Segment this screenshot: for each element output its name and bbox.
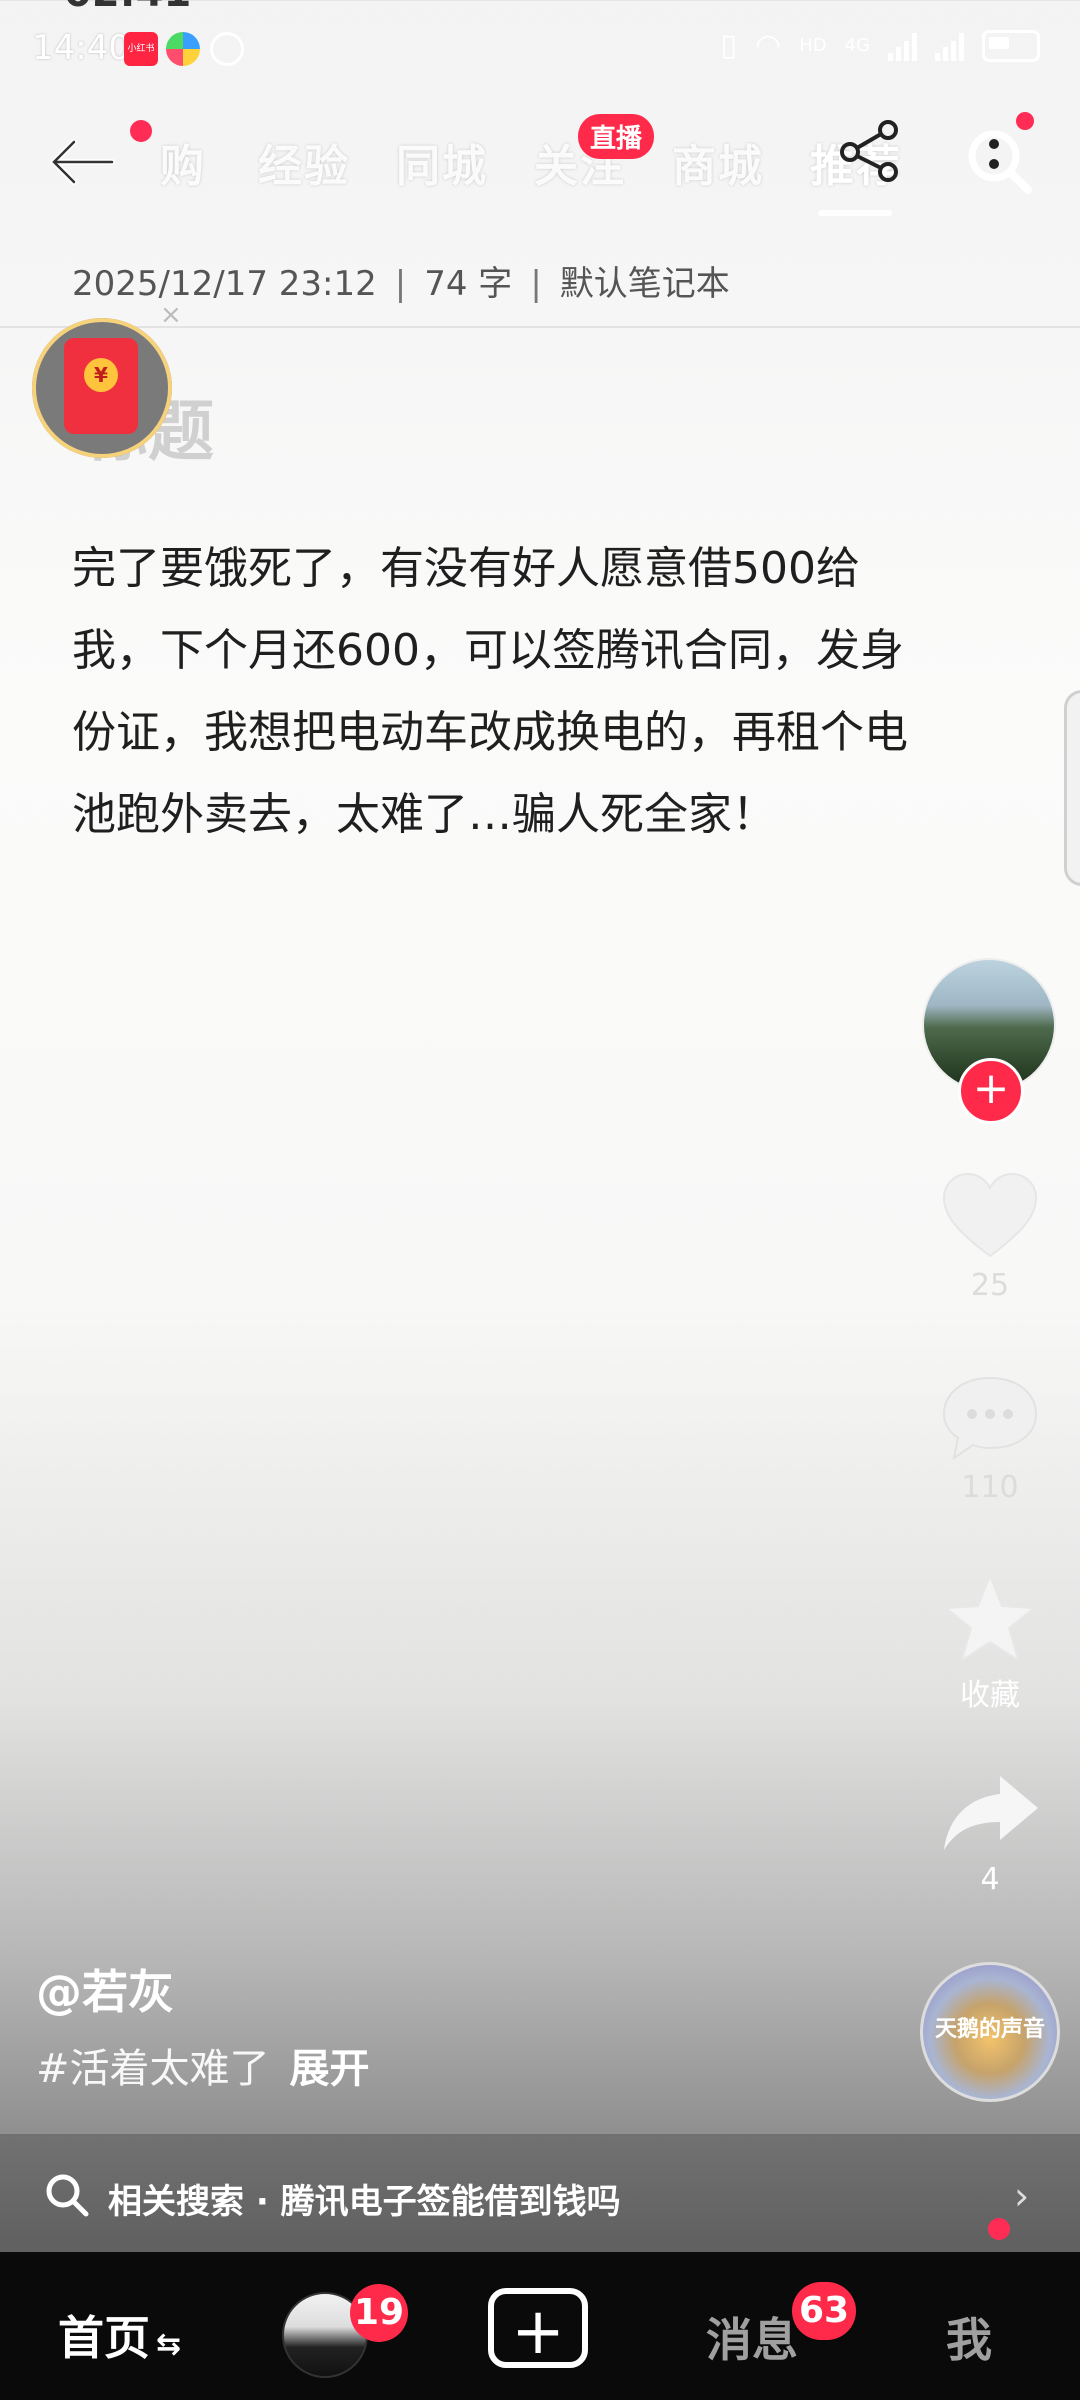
signal-icon	[888, 31, 917, 61]
wifi-icon: ◠	[755, 28, 782, 63]
tab-row: 购 经验 同城 关注 商城 推荐	[160, 130, 948, 194]
body-line: 完了要饿死了，有没有好人愿意借500给	[72, 543, 860, 594]
tab-experience[interactable]: 经验	[258, 130, 350, 194]
related-search-bar[interactable]: 相关搜索 · 腾讯电子签能借到钱吗 ›	[0, 2134, 1080, 2258]
status-time: 14:40	[32, 28, 130, 68]
status-bar: 02:41 14:40 小红书 ▯ ◠ HD 4G	[0, 0, 1080, 90]
tab-mall[interactable]: 商城	[672, 130, 764, 194]
star-icon	[945, 1575, 1035, 1661]
author-name[interactable]: @若灰	[36, 1956, 174, 2022]
nav-home[interactable]: 首页 ⇆	[58, 2302, 181, 2368]
vibrate-icon: ▯	[720, 28, 737, 63]
active-tab-indicator	[818, 210, 892, 216]
share-button[interactable]: 4	[928, 1768, 1052, 1897]
edge-handle[interactable]	[1064, 690, 1080, 886]
messages-badge: 63	[792, 2282, 856, 2340]
red-packet-widget[interactable]: ¥	[32, 318, 172, 458]
body-line: 份证，我想把电动车改成换电的，再租个电	[72, 707, 908, 758]
music-disc[interactable]: 天鹅的声音	[920, 1962, 1060, 2102]
note-date: 2025/12/17 23:12	[72, 264, 377, 304]
battery-icon	[982, 29, 1040, 62]
xiaohongshu-app-icon: 小红书	[124, 32, 158, 66]
signal-icon-2	[935, 31, 964, 61]
note-word-count: 74 字	[424, 264, 513, 304]
body-line: 我，下个月还600，可以签腾讯合同，发身	[72, 625, 904, 676]
back-arrow-icon[interactable]	[46, 120, 126, 200]
nav-avatar-badge: 19	[350, 2284, 408, 2342]
note-notebook: 默认笔记本	[559, 264, 730, 304]
heart-icon	[942, 1172, 1038, 1258]
note-meta: 2025/12/17 23:12 | 74 字 | 默认笔记本	[72, 264, 730, 304]
search-icon[interactable]	[960, 122, 1040, 202]
music-disc-text: 天鹅的声音	[934, 2017, 1045, 2042]
body-line: 池跑外卖去，太难了…骗人死全家！	[72, 789, 776, 840]
swap-icon: ⇆	[156, 2327, 182, 2362]
live-badge[interactable]: 直播	[578, 114, 655, 159]
follow-button[interactable]: +	[958, 1058, 1024, 1124]
nav-me[interactable]: 我	[946, 2304, 992, 2370]
top-nav: 购 经验 同城 关注 商城 推荐 直播	[0, 100, 1080, 230]
notification-dot	[130, 120, 152, 142]
timer-icon	[210, 32, 244, 66]
network-type-label: HD	[799, 35, 827, 56]
hashtag-line: #活着太难了 展开	[36, 2036, 370, 2094]
note-body: 完了要饿死了，有没有好人愿意借500给 我，下个月还600，可以签腾讯合同，发身…	[72, 528, 1002, 856]
notification-dot	[988, 2218, 1010, 2240]
comment-count: 110	[961, 1470, 1019, 1505]
bottom-nav: 首页 ⇆ 19 + 消息 63 我	[0, 2252, 1080, 2400]
like-count: 25	[970, 1268, 1010, 1303]
clipped-clock: 02:41	[64, 0, 191, 16]
collect-label: 收藏	[960, 1678, 1020, 1713]
red-packet-close-icon[interactable]: ×	[160, 300, 182, 330]
share-count: 4	[980, 1862, 1000, 1897]
comment-bubble-icon	[942, 1376, 1038, 1461]
share-arrow-icon	[944, 1776, 1038, 1850]
tab-nearby[interactable]: 同城	[396, 130, 488, 194]
expand-button[interactable]: 展开	[290, 2046, 370, 2092]
network-gen-label: 4G	[844, 35, 870, 56]
collect-button[interactable]: 收藏	[928, 1570, 1052, 1714]
nav-messages[interactable]: 消息	[706, 2304, 798, 2370]
app-notification-icon	[166, 32, 200, 66]
coin-icon: ¥	[84, 358, 118, 392]
like-button[interactable]: 25	[928, 1168, 1052, 1303]
post-button[interactable]: +	[488, 2288, 588, 2369]
nav-home-label: 首页	[58, 2311, 150, 2365]
comment-button[interactable]: 110	[928, 1370, 1052, 1505]
search-icon	[46, 2174, 89, 2217]
share-icon[interactable]	[836, 116, 906, 186]
chevron-right-icon: ›	[1014, 2174, 1030, 2218]
notification-dot	[1016, 112, 1034, 130]
tab-shopping[interactable]: 购	[160, 130, 212, 194]
hashtag[interactable]: #活着太难了	[36, 2046, 270, 2092]
related-search-text: 相关搜索 · 腾讯电子签能借到钱吗	[108, 2182, 621, 2222]
status-right-cluster: ▯ ◠ HD 4G	[720, 28, 1040, 63]
